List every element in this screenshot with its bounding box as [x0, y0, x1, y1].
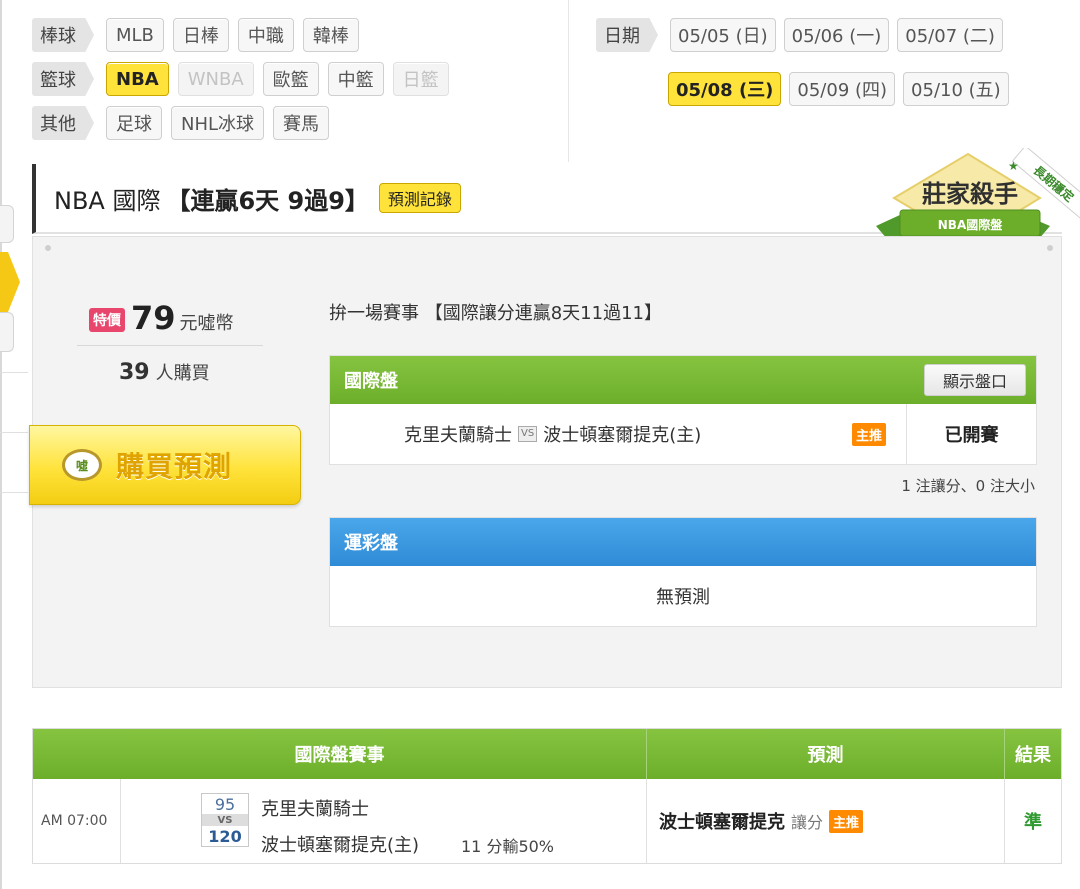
left-side-marker: [0, 252, 20, 312]
date-chip[interactable]: 05/09 (四): [789, 72, 896, 106]
league-chip-npb[interactable]: 日棒: [172, 18, 229, 52]
buyer-count: 39 人購買: [119, 359, 210, 385]
buyers-number: 39: [119, 360, 150, 385]
result-detail: 11 分輸50%: [461, 837, 555, 856]
page-title: NBA 國際: [54, 186, 161, 215]
left-edge-border: [0, 0, 8, 889]
badge-sub-text: NBA國際盤: [938, 217, 1003, 232]
price-value: 79: [131, 299, 176, 337]
price-unit: 元噓幣: [179, 313, 234, 334]
league-chip-cpbl[interactable]: 中職: [237, 18, 294, 52]
prediction-record-button[interactable]: 預測記錄: [378, 183, 461, 213]
column-header-prediction: 預測: [647, 729, 1005, 779]
match-teams: 克里夫蘭騎士 VS 波士頓塞爾提克(主): [404, 421, 701, 447]
league-chip-mlb[interactable]: MLB: [106, 18, 164, 52]
star-icon: ★: [1008, 159, 1019, 173]
home-team: 波士頓塞爾提克(主): [543, 425, 702, 446]
prediction-panel: 特價 79 元噓幣 39 人購買 噓 購買預測 拚一場賽事 【國際讓分連贏8天1…: [29, 236, 1062, 688]
home-team: 波士頓塞爾提克(主): [261, 835, 420, 856]
buy-button-label: 購買預測: [116, 450, 233, 483]
league-chip-japan-basketball: 日籃: [392, 62, 449, 96]
match-row: 克里夫蘭騎士 VS 波士頓塞爾提克(主) 主推 已開賽: [330, 404, 1036, 464]
prediction: 波士頓塞爾提克 讓分 主推: [659, 779, 864, 863]
lottery-line-box: 運彩盤 無預測: [329, 517, 1037, 627]
game-time: AM 07:00: [41, 813, 108, 829]
result-value: 準: [1024, 812, 1042, 833]
buy-prediction-button[interactable]: 噓 購買預測: [29, 425, 301, 505]
away-score: 95: [214, 794, 236, 814]
score-box: 95 VS 120: [201, 793, 249, 847]
badge-main-text: 莊家殺手: [922, 180, 1018, 208]
date-chip[interactable]: 05/06 (一): [783, 18, 890, 52]
buyers-label: 人購買: [155, 363, 210, 384]
league-chip-euro-basketball[interactable]: 歐籃: [262, 62, 319, 96]
coin-icon: 噓: [62, 449, 102, 481]
date-row-1: 日期 05/05 (日) 05/06 (一) 05/07 (二): [596, 18, 1017, 52]
date-chip[interactable]: 05/07 (二): [897, 18, 1003, 52]
vs-icon: VS: [202, 814, 248, 826]
column-header-result: 結果: [1015, 745, 1051, 766]
show-odds-button[interactable]: 顯示盤口: [923, 364, 1026, 396]
left-edge-divider: [0, 372, 28, 373]
league-chip-nhl[interactable]: NHL冰球: [171, 106, 265, 140]
left-side-tab-lower[interactable]: [0, 312, 14, 352]
international-line-box: 國際盤 顯示盤口 克里夫蘭騎士 VS 波士頓塞爾提克(主) 主推 已開賽: [329, 355, 1037, 465]
prediction-type: 讓分: [791, 813, 824, 832]
league-chip-soccer[interactable]: 足球: [106, 106, 162, 140]
intl-line-title: 國際盤: [344, 371, 398, 392]
lottery-line-header: 運彩盤: [330, 518, 1036, 566]
date-chip-selected[interactable]: 05/08 (三): [668, 72, 782, 106]
home-score: 120: [208, 826, 242, 846]
category-label: 棒球: [32, 18, 94, 52]
date-chip[interactable]: 05/05 (日): [670, 18, 776, 52]
filter-row-other: 其他 足球 NHL冰球 賽馬: [32, 106, 562, 140]
results-table-header: 國際盤賽事 預測 結果: [33, 729, 1061, 779]
pin-icon: [45, 245, 51, 251]
table-row: AM 07:00 95 VS 120 克里夫蘭騎士 波士頓塞爾提克(主) 11 …: [33, 779, 1061, 863]
league-chip-nba[interactable]: NBA: [106, 62, 169, 96]
main-pick-badge: 主推: [852, 422, 887, 446]
no-prediction-text: 無預測: [656, 587, 710, 608]
filter-divider: [568, 0, 569, 162]
price-display: 特價 79 元噓幣: [89, 299, 234, 337]
pick-title: 拚一場賽事 【國際讓分連贏8天11過11】: [329, 303, 662, 324]
left-side-tab[interactable]: [0, 205, 14, 243]
prediction-cell: 波士頓塞爾提克 讓分 主推: [647, 779, 1005, 863]
date-filter: 日期 05/05 (日) 05/06 (一) 05/07 (二) 05/08 (…: [596, 18, 1017, 126]
date-row-2: 05/08 (三) 05/09 (四) 05/10 (五): [596, 72, 1017, 106]
date-label: 日期: [596, 18, 658, 52]
time-cell: AM 07:00: [33, 779, 121, 863]
pick-count-note: 1 注讓分、0 注大小: [901, 477, 1035, 495]
away-team: 克里夫蘭騎士: [261, 799, 369, 820]
vs-icon: VS: [518, 426, 538, 442]
streak-text: 【連贏6天 9過9】: [166, 186, 369, 215]
category-label: 其他: [32, 106, 94, 140]
match-cell: 95 VS 120 克里夫蘭騎士 波士頓塞爾提克(主) 11 分輸50%: [121, 779, 647, 863]
left-edge-divider: [0, 492, 28, 493]
price-divider: [77, 345, 263, 346]
game-status: 已開賽: [906, 404, 1036, 464]
column-header-match: 國際盤賽事: [33, 729, 647, 779]
intl-line-header: 國際盤 顯示盤口: [330, 356, 1036, 404]
category-label: 籃球: [32, 62, 94, 96]
league-chip-kbo[interactable]: 韓棒: [302, 18, 359, 52]
away-team: 克里夫蘭騎士: [404, 425, 512, 446]
main-pick-badge: 主推: [829, 809, 864, 833]
special-price-badge: 特價: [89, 308, 125, 332]
left-edge-divider: [0, 432, 28, 433]
league-chip-china-basketball[interactable]: 中籃: [327, 62, 384, 96]
predicted-team: 波士頓塞爾提克: [659, 812, 785, 833]
pin-icon: [1047, 245, 1053, 251]
filter-row-basketball: 籃球 NBA WNBA 歐籃 中籃 日籃: [32, 62, 562, 96]
league-chip-horse-racing[interactable]: 賽馬: [273, 106, 330, 140]
date-chip[interactable]: 05/10 (五): [903, 72, 1009, 106]
result-cell: 準: [1005, 779, 1061, 863]
results-table: 國際盤賽事 預測 結果 AM 07:00 95 VS 120 克里夫蘭騎士 波士…: [32, 728, 1062, 864]
filter-row-baseball: 棒球 MLB 日棒 中職 韓棒: [32, 18, 562, 52]
sport-filter: 棒球 MLB 日棒 中職 韓棒 籃球 NBA WNBA 歐籃 中籃 日籃 其他 …: [32, 18, 562, 150]
league-chip-wnba: WNBA: [177, 62, 254, 96]
